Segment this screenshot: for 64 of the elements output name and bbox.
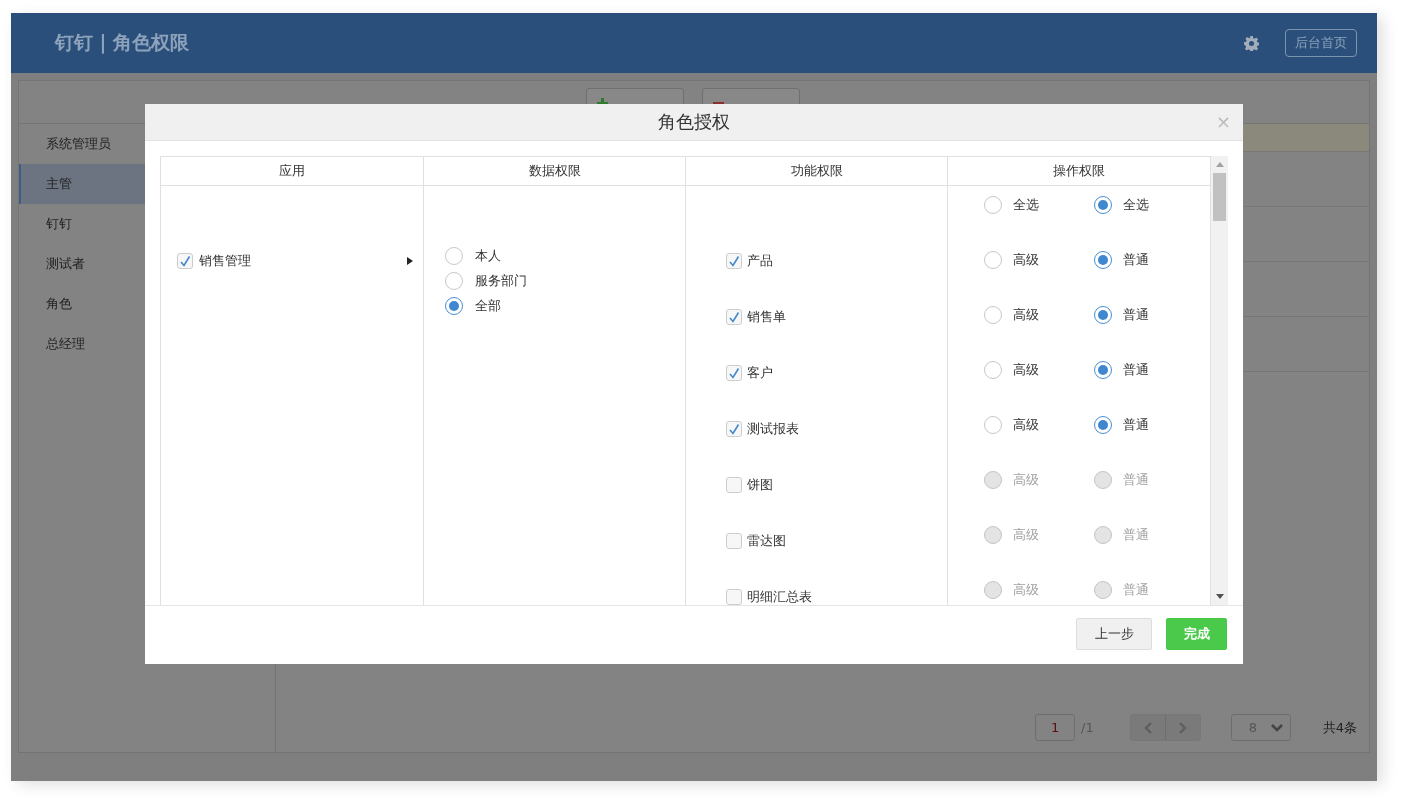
settings-icon[interactable]	[1244, 35, 1259, 51]
chevron-down-icon	[1269, 722, 1284, 733]
chevron-left-icon	[1142, 721, 1153, 734]
checkbox[interactable]	[726, 421, 742, 437]
radio-label: 高级	[1013, 306, 1039, 324]
radio-label: 普通	[1123, 306, 1149, 324]
checkbox-label: 产品	[747, 252, 773, 270]
column-header: 操作权限	[1052, 162, 1106, 180]
radio-label: 普通	[1123, 416, 1149, 434]
radio-label: 服务部门	[475, 272, 527, 290]
checkbox-label: 销售单	[747, 308, 786, 326]
column-header: 功能权限	[686, 157, 948, 185]
page-input[interactable]: 1	[1035, 714, 1076, 741]
radio-label: 高级	[1013, 526, 1039, 544]
total-count: 共4条	[1322, 718, 1357, 737]
radio-label: 全选	[1013, 196, 1039, 214]
radio-button[interactable]	[1094, 196, 1112, 214]
radio-label: 普通	[1123, 471, 1149, 489]
checkbox-label: 明细汇总表	[747, 588, 812, 605]
column-header: 数据权限	[424, 157, 686, 185]
radio-button[interactable]	[1094, 416, 1112, 434]
checkbox[interactable]	[177, 253, 193, 269]
finish-button[interactable]: 完成	[1166, 618, 1227, 650]
app-title: 钉钉 | 角色权限	[55, 30, 191, 56]
radio-button[interactable]	[1094, 361, 1112, 379]
radio-label: 高级	[1013, 361, 1039, 379]
radio-label: 本人	[475, 247, 501, 265]
scrollbar-thumb[interactable]	[1213, 173, 1226, 221]
chevron-right-icon	[1177, 721, 1188, 734]
radio-button[interactable]	[984, 196, 1002, 214]
radio-button[interactable]	[445, 247, 463, 265]
radio-button[interactable]	[984, 251, 1002, 269]
checkbox[interactable]	[726, 253, 742, 269]
radio-label: 普通	[1123, 581, 1149, 599]
radio-button[interactable]	[1094, 251, 1112, 269]
checkbox-label: 客户	[747, 364, 773, 382]
radio-label: 全选	[1123, 196, 1149, 214]
scroll-up-icon[interactable]	[1215, 162, 1224, 167]
radio-label: 高级	[1013, 581, 1039, 599]
radio-button[interactable]	[445, 297, 463, 315]
scroll-down-icon[interactable]	[1215, 594, 1224, 599]
checkbox-label: 雷达图	[747, 532, 786, 550]
home-button[interactable]: 后台首页	[1285, 29, 1357, 57]
checkbox-label: 饼图	[747, 476, 773, 494]
radio-button[interactable]	[984, 416, 1002, 434]
back-button[interactable]: 上一步	[1076, 618, 1152, 650]
radio-button[interactable]	[1094, 306, 1112, 324]
checkbox[interactable]	[726, 365, 742, 381]
radio-label: 全部	[475, 297, 501, 315]
radio-label: 高级	[1013, 416, 1039, 434]
radio-label: 普通	[1123, 526, 1149, 544]
radio-button[interactable]	[984, 306, 1002, 324]
checkbox[interactable]	[726, 309, 742, 325]
radio-label: 普通	[1123, 361, 1149, 379]
checkbox-label: 测试报表	[747, 420, 799, 438]
radio-button[interactable]	[445, 272, 463, 290]
dialog-title: 角色授权	[658, 110, 730, 134]
app-label: 销售管理	[199, 252, 251, 270]
radio-label: 高级	[1013, 251, 1039, 269]
radio-button[interactable]	[984, 361, 1002, 379]
radio-label: 普通	[1123, 251, 1149, 269]
radio-label: 高级	[1013, 471, 1039, 489]
column-header: 应用	[161, 157, 424, 185]
expand-arrow-icon[interactable]	[407, 257, 413, 265]
